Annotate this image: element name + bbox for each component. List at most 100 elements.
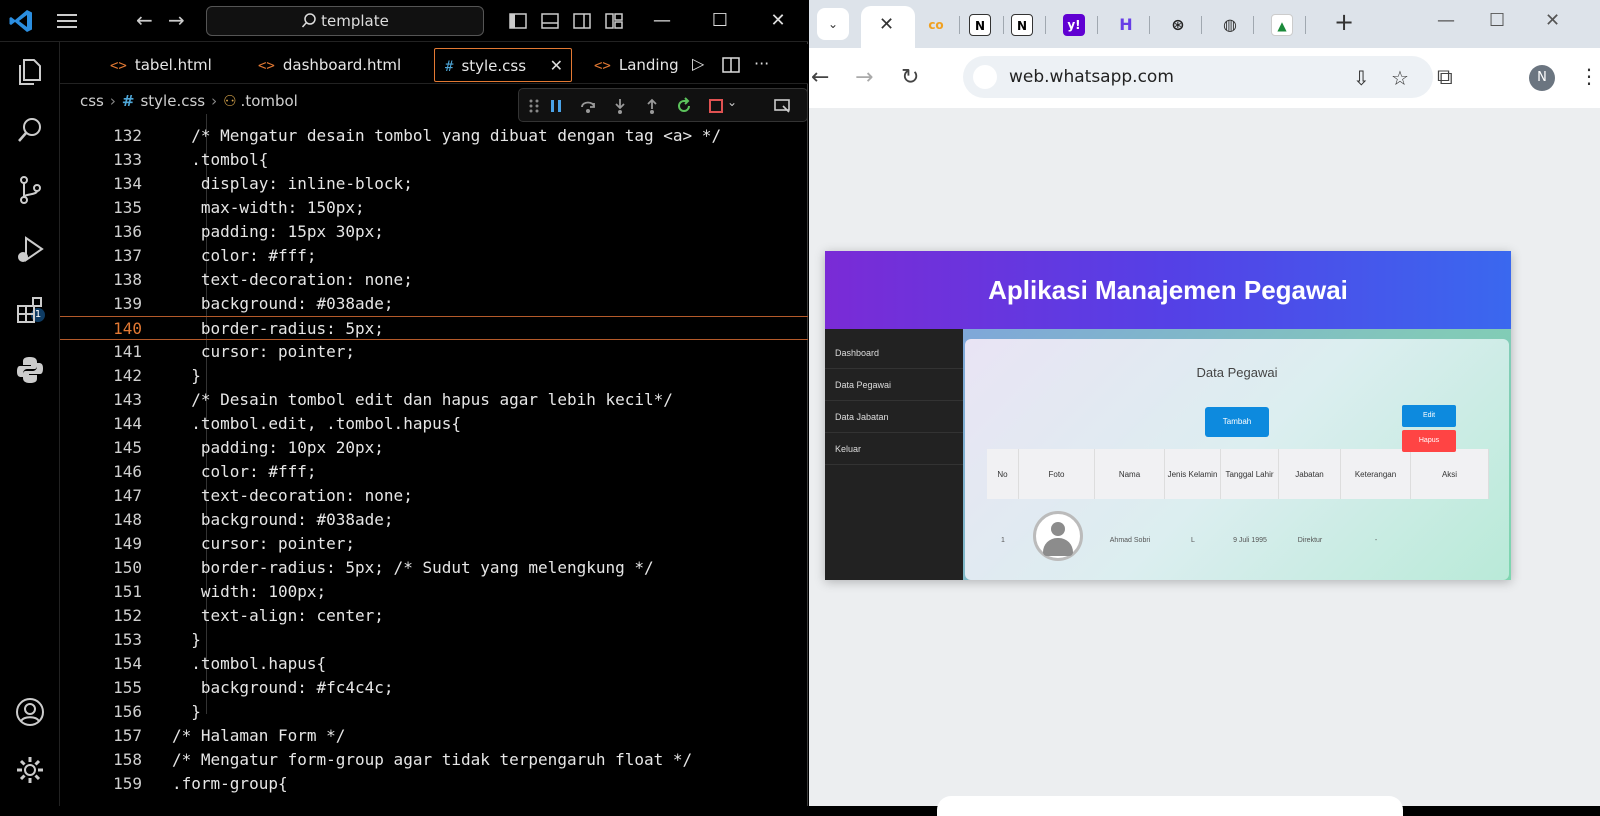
explorer-icon[interactable] [14, 56, 46, 88]
page-viewport: Aplikasi Manajemen Pegawai Dashboard Dat… [809, 108, 1600, 816]
code-text: border-radius: 5px; [172, 319, 384, 338]
avatar[interactable]: N [1529, 65, 1555, 91]
more-actions-icon[interactable]: ··· [754, 50, 769, 78]
tab-label: dashboard.html [282, 56, 402, 74]
address-bar[interactable]: web.whatsapp.com ⇩ ☆ [963, 56, 1433, 98]
stop-icon[interactable] [707, 97, 725, 115]
forward-arrow-icon[interactable]: → [855, 64, 873, 92]
new-tab-icon[interactable]: + [1334, 8, 1354, 36]
code-text: background: #fc4c4c; [172, 678, 394, 697]
line-number: 155 [113, 678, 142, 697]
code-text: padding: 10px 20px; [172, 438, 384, 457]
code-line: 142 } [60, 364, 808, 388]
css-file-icon: # [445, 59, 454, 75]
install-app-icon[interactable]: ⇩ [1353, 66, 1370, 90]
source-control-icon[interactable] [14, 174, 46, 206]
line-number: 136 [113, 222, 142, 241]
extensions-icon[interactable]: ⧉ [1437, 64, 1453, 92]
table-header: Keterangan [1341, 449, 1411, 499]
line-number: 153 [113, 630, 142, 649]
code-editor[interactable]: 132 /* Mengatur desain tombol yang dibua… [60, 114, 808, 806]
tab-label: tabel.html [134, 56, 212, 74]
chevron-right-icon: › [211, 92, 218, 110]
accounts-icon[interactable] [14, 696, 46, 728]
command-center-search[interactable]: template [206, 6, 484, 36]
step-out-icon[interactable] [643, 97, 661, 115]
close-icon[interactable]: ✕ [764, 8, 792, 34]
back-arrow-icon[interactable]: ← [136, 9, 153, 31]
customize-layout-icon[interactable] [604, 11, 624, 31]
co-icon[interactable]: co [925, 14, 947, 36]
globe-icon[interactable]: ◍ [1219, 14, 1241, 36]
code-text: background: #038ade; [172, 294, 394, 313]
breadcrumb-file[interactable]: style.css [140, 92, 205, 110]
site-info-icon[interactable] [973, 65, 997, 89]
toggle-secondary-sidebar-icon[interactable] [572, 11, 592, 31]
search-icon[interactable] [14, 114, 46, 146]
notion-icon[interactable]: N [1011, 14, 1033, 36]
school-icon[interactable]: ▲ [1271, 14, 1293, 36]
maximize-icon[interactable]: ☐ [1489, 10, 1505, 31]
tab-style-css[interactable]: # style.css ✕ [434, 48, 572, 82]
maximize-icon[interactable]: ☐ [706, 8, 734, 34]
step-into-icon[interactable] [611, 97, 629, 115]
drag-handle-icon[interactable] [525, 97, 543, 115]
breadcrumb-folder[interactable]: css [80, 92, 104, 110]
hostinger-icon[interactable]: H [1115, 14, 1137, 36]
split-editor-icon[interactable] [722, 56, 740, 74]
restart-icon[interactable] [675, 97, 693, 115]
code-text: cursor: pointer; [172, 534, 356, 553]
shared-screenshot-image[interactable]: Aplikasi Manajemen Pegawai Dashboard Dat… [825, 251, 1511, 580]
breadcrumb-symbol[interactable]: .tombol [241, 92, 298, 110]
app-sidebar: Dashboard Data Pegawai Data Jabatan Kelu… [825, 329, 963, 580]
back-arrow-icon[interactable]: ← [811, 64, 829, 92]
close-tab-icon[interactable]: ✕ [879, 14, 894, 35]
chatgpt-icon[interactable]: ⊛ [1167, 14, 1189, 36]
minimize-icon[interactable]: — [648, 8, 676, 34]
step-over-icon[interactable] [579, 97, 597, 115]
code-line: 132 /* Mengatur desain tombol yang dibua… [60, 124, 808, 148]
chevron-down-icon[interactable]: ⌄ [727, 95, 737, 109]
pause-icon[interactable] [547, 97, 565, 115]
vscode-window: ← → template — ☐ ✕ 1 <> tabel.html <> dash… [0, 0, 808, 806]
extensions-icon[interactable] [14, 294, 46, 326]
forward-arrow-icon[interactable]: → [168, 9, 185, 31]
tab-landingpage[interactable]: <> LandingP [584, 48, 680, 82]
minimize-icon[interactable]: — [1437, 10, 1455, 31]
inspect-icon[interactable] [773, 97, 791, 115]
app-header: Aplikasi Manajemen Pegawai [825, 251, 1511, 329]
tab-dashboard-html[interactable]: <> dashboard.html [248, 48, 430, 82]
notion-icon[interactable]: N [969, 14, 991, 36]
tab-tabel-html[interactable]: <> tabel.html [100, 48, 242, 82]
code-line: 146 color: #fff; [60, 460, 808, 484]
code-line: 155 background: #fc4c4c; [60, 676, 808, 700]
bookmark-star-icon[interactable]: ☆ [1391, 66, 1409, 90]
chrome-window: ⌄ ✕ co N N y! H ⊛ ◍ ▲ + — ☐ ✕ ← → ↻ web.… [809, 0, 1600, 816]
more-menu-icon[interactable]: ⋮ [1579, 64, 1599, 88]
table-cell: 1 [1001, 536, 1005, 544]
run-play-icon[interactable]: ▷ [692, 50, 704, 78]
run-debug-icon[interactable] [14, 234, 46, 266]
close-icon[interactable]: ✕ [1545, 10, 1560, 31]
line-number: 146 [113, 462, 142, 481]
code-text: } [172, 630, 201, 649]
tab-search-chevron-icon[interactable]: ⌄ [817, 8, 849, 40]
menu-icon[interactable] [56, 10, 78, 32]
code-text: /* Desain tombol edit dan hapus agar leb… [172, 390, 673, 409]
toggle-panel-icon[interactable] [540, 11, 560, 31]
active-browser-tab[interactable]: ✕ [861, 6, 915, 48]
reload-icon[interactable]: ↻ [901, 64, 919, 92]
code-line: 159 .form-group{ [60, 772, 808, 796]
close-tab-icon[interactable]: ✕ [550, 49, 563, 83]
line-number: 137 [113, 246, 142, 265]
sidebar-item-data-jabatan: Data Jabatan [825, 401, 963, 433]
breadcrumb: css › # style.css › ⚇ .tombol [80, 90, 298, 112]
line-number: 156 [113, 702, 142, 721]
tab-divider [1097, 16, 1098, 34]
yahoo-icon[interactable]: y! [1063, 14, 1085, 36]
settings-gear-icon[interactable] [14, 754, 46, 786]
tab-label: LandingP [618, 56, 680, 74]
python-icon[interactable] [14, 354, 46, 386]
title-bar: ← → template — ☐ ✕ [0, 0, 808, 42]
toggle-primary-sidebar-icon[interactable] [508, 11, 528, 31]
